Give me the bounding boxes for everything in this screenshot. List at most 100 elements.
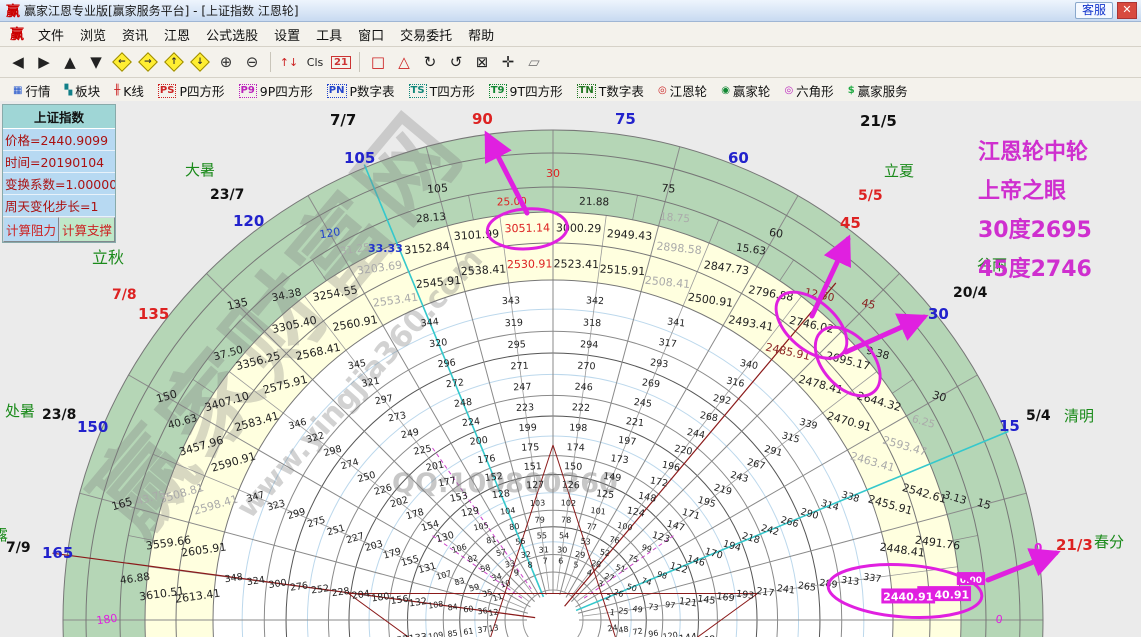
spiral-number: 30 xyxy=(557,545,568,554)
gann-note-line-0: 江恩轮中轮 xyxy=(978,133,1092,172)
board-icon[interactable]: ▱ xyxy=(522,50,546,74)
triangle-tool-icon[interactable]: △ xyxy=(392,50,416,74)
spiral-number: 317 xyxy=(658,337,677,350)
spiral-number: 85 xyxy=(447,629,458,637)
spiral-number: 197 xyxy=(617,435,636,448)
gann-wheel-canvas[interactable]: 赢家财富网www.yingjia360.comQQ:10080036001530… xyxy=(0,101,1141,637)
menu-item-9[interactable]: 帮助 xyxy=(460,23,502,46)
spiral-number: 56 xyxy=(515,537,526,547)
toolbar-item-winner-service[interactable]: $赢家服务 xyxy=(841,79,915,102)
main-toolbar: ◀▶▲▼←→↑↓⊕⊖↑↓Cls21□△↻↺⊠✛▱ xyxy=(0,47,1141,78)
pan-up-icon[interactable]: ↑ xyxy=(162,50,186,74)
wheel-outer-label-20: 150 xyxy=(77,418,108,436)
menu-item-8[interactable]: 交易委托 xyxy=(392,23,460,46)
pan-right-icon[interactable]: → xyxy=(136,50,160,74)
spiral-number: 24 xyxy=(607,623,618,633)
wheel-outer-label-18: 处暑 xyxy=(5,402,35,420)
spiral-number: 7 xyxy=(542,556,547,565)
menu-item-3[interactable]: 江恩 xyxy=(156,23,198,46)
spiral-number: 37 xyxy=(477,625,488,635)
menu-item-7[interactable]: 窗口 xyxy=(350,23,392,46)
toolbar-item-t-square[interactable]: TST四方形 xyxy=(402,79,482,102)
toolbar-item-p-table[interactable]: PNP数字表 xyxy=(320,79,402,102)
spiral-number: 248 xyxy=(453,397,472,410)
spiral-number: 102 xyxy=(561,498,577,508)
toolbar-item-p-square[interactable]: PSP四方形 xyxy=(151,79,232,102)
toolbar-item-9p-square[interactable]: P99P四方形 xyxy=(232,79,320,102)
spiral-number: 296 xyxy=(437,357,456,370)
spiral-number: 293 xyxy=(650,357,669,370)
wheel-outer-label-3: 21/5 xyxy=(860,112,897,130)
up-icon[interactable]: ▲ xyxy=(58,50,82,74)
menu-item-4[interactable]: 公式选股 xyxy=(198,23,266,46)
rotate-cw-icon[interactable]: ↻ xyxy=(418,50,442,74)
menu-item-1[interactable]: 浏览 xyxy=(72,23,114,46)
wheel-outer-label-11: 45 xyxy=(840,214,861,232)
toolbar-item-t-table[interactable]: TNT数字表 xyxy=(570,79,651,102)
spiral-number: 103 xyxy=(530,498,546,508)
menu-item-5[interactable]: 设置 xyxy=(266,23,308,46)
zoom-out-icon[interactable]: ⊖ xyxy=(240,50,264,74)
spiral-number: 320 xyxy=(429,337,448,350)
back-icon[interactable]: ◀ xyxy=(6,50,30,74)
cls-icon[interactable]: Cls xyxy=(303,50,327,74)
forward-icon[interactable]: ▶ xyxy=(32,50,56,74)
wheel-outer-label-23: 15 xyxy=(999,417,1020,435)
spiral-number: 342 xyxy=(586,295,605,307)
spiral-number: 32 xyxy=(520,550,531,560)
spiral-number: 199 xyxy=(518,422,537,434)
toolbar-item-winner-wheel[interactable]: ◉赢家轮 xyxy=(714,79,777,102)
wheel-outer-label-4: 105 xyxy=(344,149,375,167)
calc-resistance-button[interactable]: 计算阻力 xyxy=(3,217,59,242)
menu-logo-icon: 赢 xyxy=(10,24,24,44)
p-table-icon: PN xyxy=(327,84,347,98)
pan-left-icon[interactable]: ← xyxy=(110,50,134,74)
toolbar-item-hexagon[interactable]: ◎六角形 xyxy=(777,79,840,102)
9t-square-icon: T9 xyxy=(489,84,507,98)
spiral-number: 53 xyxy=(580,537,591,547)
menu-item-2[interactable]: 资讯 xyxy=(114,23,156,46)
spiral-number: 120 xyxy=(662,630,678,637)
toolbar-item-kline[interactable]: ╫K线 xyxy=(107,79,151,102)
spiral-number: 152 xyxy=(484,471,503,484)
toolbar-item-gann-wheel[interactable]: ◎江恩轮 xyxy=(651,79,714,102)
9p-square-icon: P9 xyxy=(239,84,257,98)
winner-service-icon: $ xyxy=(848,85,855,97)
menu-item-0[interactable]: 文件 xyxy=(30,23,72,46)
spiral-number: 125 xyxy=(595,488,614,501)
calc-support-button[interactable]: 计算支撑 xyxy=(59,217,115,242)
spiral-number: 36 xyxy=(477,606,488,616)
rect-tool-icon[interactable]: □ xyxy=(366,50,390,74)
close-button[interactable]: ✕ xyxy=(1117,2,1137,19)
hexagon-icon: ◎ xyxy=(784,85,793,97)
wheel-outer-label-2: 75 xyxy=(615,110,636,128)
spiral-number: 224 xyxy=(461,416,480,429)
calendar-icon[interactable]: 21 xyxy=(329,50,353,74)
rotate-ccw-icon[interactable]: ↺ xyxy=(444,50,468,74)
box-x-icon[interactable]: ⊠ xyxy=(470,50,494,74)
wheel-outer-label-7: 23/7 xyxy=(210,187,244,203)
down-icon[interactable]: ▼ xyxy=(84,50,108,74)
spiral-number: 29 xyxy=(575,550,586,560)
customer-service-button[interactable]: 客服 xyxy=(1075,2,1113,19)
spiral-number: 269 xyxy=(641,377,660,390)
wheel-outer-label-14: 135 xyxy=(138,305,169,323)
zoom-in-icon[interactable]: ⊕ xyxy=(214,50,238,74)
center-icon[interactable]: ✛ xyxy=(496,50,520,74)
spiral-number: 246 xyxy=(574,382,593,394)
menu-item-6[interactable]: 工具 xyxy=(308,23,350,46)
wheel-outer-label-27: 21/3 xyxy=(1056,536,1093,554)
t-square-label: T四方形 xyxy=(430,81,475,100)
spiral-number: 77 xyxy=(586,522,597,532)
price-big-value: 2949.43 xyxy=(606,227,652,243)
gann-wheel-label: 江恩轮 xyxy=(670,81,708,100)
degree15-value: 75 xyxy=(661,182,676,196)
scale-icon[interactable]: ↑↓ xyxy=(277,50,301,74)
toolbar-item-sectors[interactable]: ▚板块 xyxy=(57,79,107,102)
pan-down-icon[interactable]: ↓ xyxy=(188,50,212,74)
spiral-number: 55 xyxy=(537,531,548,540)
hexagon-label: 六角形 xyxy=(796,81,834,100)
spiral-number: 198 xyxy=(569,422,588,434)
toolbar-item-quote[interactable]: ▦行情 xyxy=(6,79,57,102)
toolbar-item-9t-square[interactable]: T99T四方形 xyxy=(482,79,570,102)
